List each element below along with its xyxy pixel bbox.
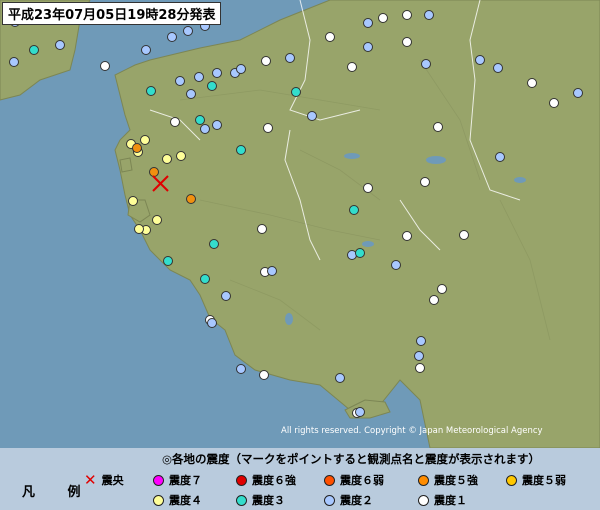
intensity-1-dot-icon — [418, 494, 429, 506]
legend-item-intensity-5-weak: 震度５弱 — [506, 472, 566, 488]
announcement-title: 平成23年07月05日19時28分発表 — [2, 2, 222, 25]
legend-item-intensity-5-strong: 震度５強 — [418, 472, 478, 488]
intensity-5-weak-dot-icon — [506, 474, 517, 486]
legend-item-intensity-2: 震度２ — [324, 492, 373, 508]
legend-item-label: 震度３ — [252, 494, 285, 507]
legend-item-label: 震度４ — [169, 494, 202, 507]
intensity-3-dot-icon — [236, 494, 247, 506]
legend-item-intensity-1: 震度１ — [418, 492, 467, 508]
intensity-5-strong-dot-icon — [418, 474, 429, 486]
intensity-6-weak-dot-icon — [324, 474, 335, 486]
legend-epicenter: ✕ 震央 — [84, 472, 124, 488]
legend-item-label: 震度６弱 — [340, 474, 384, 487]
legend-item-intensity-6-weak: 震度６弱 — [324, 472, 384, 488]
legend-item-intensity-3: 震度３ — [236, 492, 285, 508]
legend-item-label: 震度１ — [434, 494, 467, 507]
legend-item-label: 震度５強 — [434, 474, 478, 487]
copyright-notice: All rights reserved. Copyright © Japan M… — [281, 426, 543, 436]
earthquake-map — [0, 0, 600, 448]
legend-item-label: 震度５弱 — [522, 474, 566, 487]
legend-item-intensity-7: 震度７ — [153, 472, 202, 488]
legend: 凡 例 ◎各地の震度（マークをポイントすると観測点名と震度が表示されます） ✕ … — [0, 448, 600, 510]
legend-note: ◎各地の震度（マークをポイントすると観測点名と震度が表示されます） — [162, 452, 541, 466]
legend-item-intensity-6-strong: 震度６強 — [236, 472, 296, 488]
legend-epicenter-label: 震央 — [101, 474, 124, 487]
intensity-2-dot-icon — [324, 494, 335, 506]
intensity-6-strong-dot-icon — [236, 474, 247, 486]
intensity-4-dot-icon — [153, 494, 164, 506]
legend-item-label: 震度６強 — [252, 474, 296, 487]
epicenter-x-icon: ✕ — [84, 470, 97, 489]
intensity-7-dot-icon — [153, 474, 164, 486]
legend-item-label: 震度７ — [169, 474, 202, 487]
legend-item-label: 震度２ — [340, 494, 373, 507]
legend-item-intensity-4: 震度４ — [153, 492, 202, 508]
